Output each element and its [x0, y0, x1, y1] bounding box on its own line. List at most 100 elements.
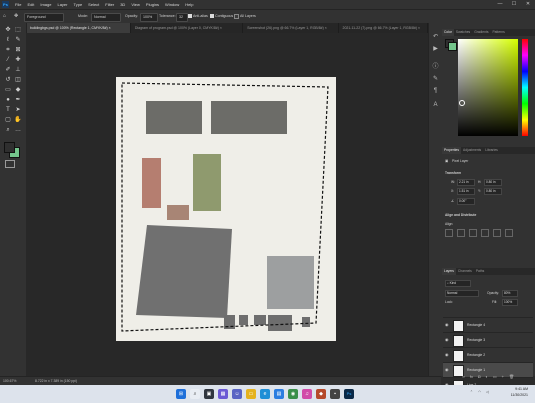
align-bottom-button[interactable] — [505, 229, 513, 237]
x-input[interactable]: 1.51 in — [457, 188, 475, 195]
path-select-tool-icon[interactable]: ➤ — [13, 106, 23, 114]
eyedropper-tool-icon[interactable]: ⁄ — [3, 56, 13, 64]
small-rectangle-4[interactable] — [268, 315, 292, 331]
rectangle-top-left[interactable] — [146, 101, 202, 134]
layer-row[interactable]: ◉ Rectangle 2 — [443, 347, 533, 362]
menu-type[interactable]: Type — [71, 0, 86, 9]
move-tool-icon[interactable]: ✥ — [3, 26, 13, 34]
align-top-button[interactable] — [481, 229, 489, 237]
tab-screenshot-26[interactable]: Screenshot (26).png @ 66.7% (Layer 1, RG… — [243, 23, 339, 33]
actions-icon[interactable]: ▶ — [431, 45, 440, 53]
tab-color[interactable]: Color — [442, 29, 454, 36]
blur-tool-icon[interactable]: ◆ — [13, 86, 23, 94]
fill-source-select[interactable]: Foreground — [24, 13, 64, 22]
menu-plugins[interactable]: Plugins — [143, 0, 162, 9]
menu-window[interactable]: Window — [162, 0, 182, 9]
visibility-eye-icon[interactable]: ◉ — [445, 352, 450, 357]
transform-heading[interactable]: Transform — [445, 171, 461, 175]
rectangle-top-right[interactable] — [211, 101, 287, 134]
teams-icon[interactable]: ☺ — [232, 389, 242, 399]
rectangle-large-skewed[interactable] — [136, 225, 232, 318]
adjustment-icon[interactable]: ◐ — [485, 374, 487, 379]
menu-edit[interactable]: Edit — [24, 0, 37, 9]
align-left-button[interactable] — [445, 229, 453, 237]
tab-layers[interactable]: Layers — [442, 268, 456, 275]
fx-icon[interactable]: fx — [470, 374, 473, 379]
lasso-tool-icon[interactable]: ℓ — [3, 36, 13, 44]
menu-help[interactable]: Help — [182, 0, 196, 9]
tab-adjustments[interactable]: Adjustments — [461, 147, 483, 154]
color-panel-background-swatch[interactable] — [448, 42, 457, 51]
foreground-color-swatch[interactable] — [4, 142, 15, 153]
y-input[interactable]: 0.80 in — [484, 188, 502, 195]
document-canvas[interactable] — [116, 77, 336, 341]
history-icon[interactable]: ↶ — [431, 33, 440, 41]
small-square-2[interactable] — [239, 315, 248, 325]
menu-view[interactable]: View — [128, 0, 143, 9]
layer-kind-filter[interactable]: ⌕ Kind — [445, 280, 471, 287]
menu-3d[interactable]: 3D — [117, 0, 128, 9]
minimize-button[interactable]: — — [493, 0, 507, 9]
all-layers-checkbox[interactable]: All Layers — [234, 13, 256, 20]
app-icon-dark[interactable]: ▪ — [330, 389, 340, 399]
frame-tool-icon[interactable]: ⊠ — [13, 46, 23, 54]
visibility-eye-icon[interactable]: ◉ — [445, 322, 450, 327]
layer-opacity-input[interactable]: 80% — [502, 290, 518, 297]
contiguous-checkbox[interactable]: Contiguous — [210, 13, 233, 20]
chrome-icon[interactable]: ◉ — [288, 389, 298, 399]
visibility-eye-icon[interactable]: ◉ — [445, 367, 450, 372]
quick-select-tool-icon[interactable]: ✎ — [13, 36, 23, 44]
store-icon[interactable]: ▤ — [274, 389, 284, 399]
tab-properties[interactable]: Properties — [442, 147, 462, 154]
group-icon[interactable]: ▭ — [493, 374, 497, 379]
tab-patterns[interactable]: Patterns — [490, 29, 506, 36]
hand-tool-icon[interactable]: ✋ — [13, 116, 23, 124]
pen-tool-icon[interactable]: ✒ — [13, 96, 23, 104]
menu-file[interactable]: File — [12, 0, 24, 9]
tab-paths[interactable]: Paths — [474, 268, 486, 275]
rectangle-olive[interactable] — [193, 154, 221, 211]
menu-layer[interactable]: Layer — [54, 0, 70, 9]
visibility-eye-icon[interactable]: ◉ — [445, 337, 450, 342]
rectangle-red[interactable] — [142, 158, 161, 208]
brush-tool-icon[interactable]: ✐ — [3, 66, 13, 74]
menu-filter[interactable]: Filter — [102, 0, 117, 9]
app-icon-pink[interactable]: ♫ — [302, 389, 312, 399]
small-square-3[interactable] — [254, 315, 266, 325]
quick-mask-icon[interactable] — [5, 160, 15, 168]
align-middle-button[interactable] — [493, 229, 501, 237]
tab-buildingbgs[interactable]: buildingbgs.psd @ 100% (Rectangle 1, CMY… — [26, 23, 131, 33]
paint-bucket-tool-icon[interactable]: ✥ — [14, 13, 18, 20]
maximize-button[interactable]: ☐ — [507, 0, 521, 9]
layer-row[interactable]: ◉ Rectangle 4 — [443, 317, 533, 332]
clock-time[interactable]: 9:41 AM — [498, 387, 528, 392]
crop-tool-icon[interactable]: ⌗ — [3, 46, 13, 54]
color-field[interactable] — [458, 39, 518, 136]
tab-swatches[interactable]: Swatches — [454, 29, 472, 36]
hue-slider[interactable] — [522, 39, 528, 136]
angle-input[interactable]: 0.00° — [457, 198, 475, 205]
close-button[interactable]: ✕ — [521, 0, 535, 9]
link-layers-icon[interactable]: ∞ — [462, 374, 465, 379]
marquee-tool-icon[interactable]: ⬚ — [13, 26, 23, 34]
color-picker-circle-icon[interactable] — [459, 100, 465, 106]
tab-channels[interactable]: Channels — [456, 268, 474, 275]
new-layer-icon[interactable]: + — [502, 374, 504, 379]
more-tools-icon[interactable]: … — [13, 126, 23, 134]
rectangle-light-gray[interactable] — [267, 256, 314, 309]
shape-tool-icon[interactable]: ▢ — [3, 116, 13, 124]
rectangle-brown[interactable] — [167, 205, 189, 220]
tab-diagram-of-program[interactable]: Diagram of program.psd @ 100% (Layer 0, … — [131, 23, 244, 33]
healing-tool-icon[interactable]: ✚ — [13, 56, 23, 64]
opacity-input[interactable]: 100% — [140, 13, 158, 22]
app-icon-orange[interactable]: ◆ — [316, 389, 326, 399]
zoom-tool-icon[interactable]: ⌕ — [3, 126, 13, 134]
volume-icon[interactable]: ◁ — [486, 390, 489, 395]
align-right-button[interactable] — [469, 229, 477, 237]
layer-blend-mode-select[interactable]: Normal — [445, 290, 479, 297]
edge-icon[interactable]: e — [260, 389, 270, 399]
fill-input[interactable]: 100% — [502, 299, 518, 306]
photoshop-taskbar-icon[interactable]: Ps — [344, 389, 354, 399]
type-tool-icon[interactable]: T — [3, 106, 13, 114]
tab-2021-11-22[interactable]: 2021-11-22 (7).png @ 66.7% (Layer 1, RGB… — [339, 23, 428, 33]
